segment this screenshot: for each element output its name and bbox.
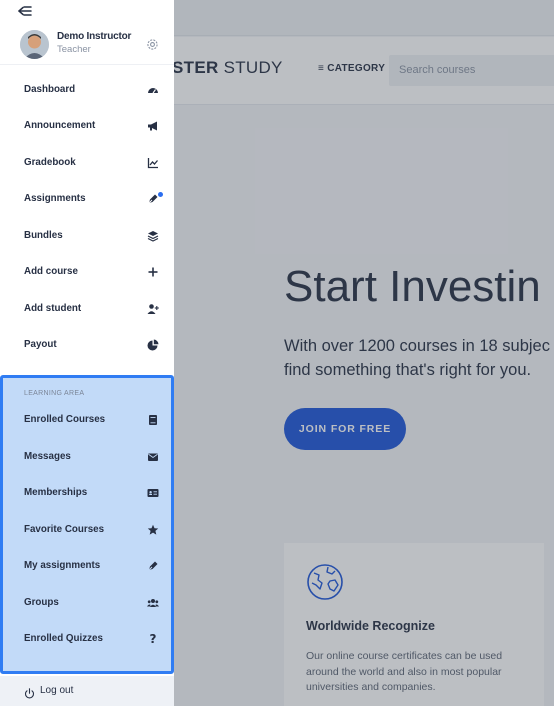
envelope-icon	[146, 450, 160, 464]
menu-item-enrolled-quizzes[interactable]: Enrolled Quizzes ?	[0, 621, 174, 657]
star-icon	[146, 523, 160, 537]
users-icon	[146, 596, 160, 610]
modal-overlay[interactable]	[174, 0, 554, 706]
menu-item-bundles[interactable]: Bundles	[0, 218, 174, 254]
menu-item-groups[interactable]: Groups	[0, 585, 174, 621]
menu-item-memberships[interactable]: Memberships	[0, 475, 174, 511]
menu-item-dashboard[interactable]: Dashboard	[0, 72, 174, 108]
question-icon: ?	[149, 632, 157, 646]
id-card-icon	[146, 486, 160, 500]
plus-icon	[146, 265, 160, 279]
layers-icon	[146, 229, 160, 243]
dashboard-icon	[146, 83, 160, 97]
notification-dot	[158, 192, 163, 197]
instructor-sidebar: Demo Instructor Teacher Dashboard Announ…	[0, 0, 174, 706]
learning-area-title: LEARNING AREA	[24, 390, 85, 397]
pie-chart-icon	[146, 338, 160, 352]
menu-item-favorite-courses[interactable]: Favorite Courses	[0, 512, 174, 548]
profile-header[interactable]: Demo Instructor Teacher	[0, 22, 174, 65]
pen-icon	[146, 559, 160, 573]
menu-item-payout[interactable]: Payout	[0, 327, 174, 363]
menu-item-my-assignments[interactable]: My assignments	[0, 548, 174, 584]
menu-item-gradebook[interactable]: Gradebook	[0, 145, 174, 181]
logout-label[interactable]: Log out	[40, 685, 73, 696]
avatar[interactable]	[20, 30, 49, 59]
menu-item-announcement[interactable]: Announcement	[0, 108, 174, 144]
menu-item-enrolled-courses[interactable]: Enrolled Courses	[0, 402, 174, 438]
add-user-icon	[146, 302, 160, 316]
collapse-menu-icon[interactable]	[17, 4, 33, 18]
megaphone-icon	[146, 119, 160, 133]
power-icon[interactable]	[24, 686, 35, 699]
book-icon	[146, 413, 160, 427]
gear-icon[interactable]	[146, 38, 159, 51]
menu-item-add-course[interactable]: Add course	[0, 254, 174, 290]
menu-item-assignments[interactable]: Assignments	[0, 181, 174, 217]
profile-role: Teacher	[57, 44, 91, 55]
menu-item-messages[interactable]: Messages	[0, 439, 174, 475]
profile-name: Demo Instructor	[57, 31, 132, 42]
chart-icon	[146, 156, 160, 170]
menu-item-add-student[interactable]: Add student	[0, 291, 174, 327]
